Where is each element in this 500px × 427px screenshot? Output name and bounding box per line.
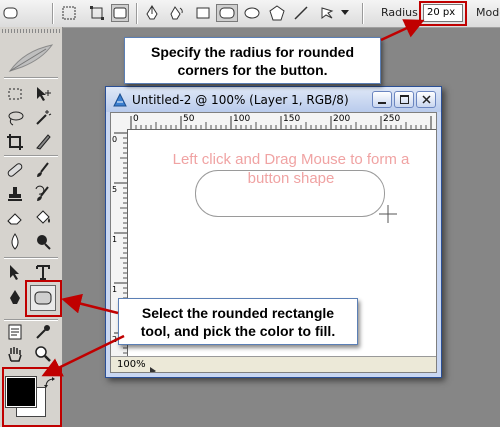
arrow-to-radius [380, 19, 425, 42]
arrow-to-color [41, 334, 125, 377]
annotation-arrows [41, 19, 425, 377]
arrow-to-tool [61, 293, 119, 315]
